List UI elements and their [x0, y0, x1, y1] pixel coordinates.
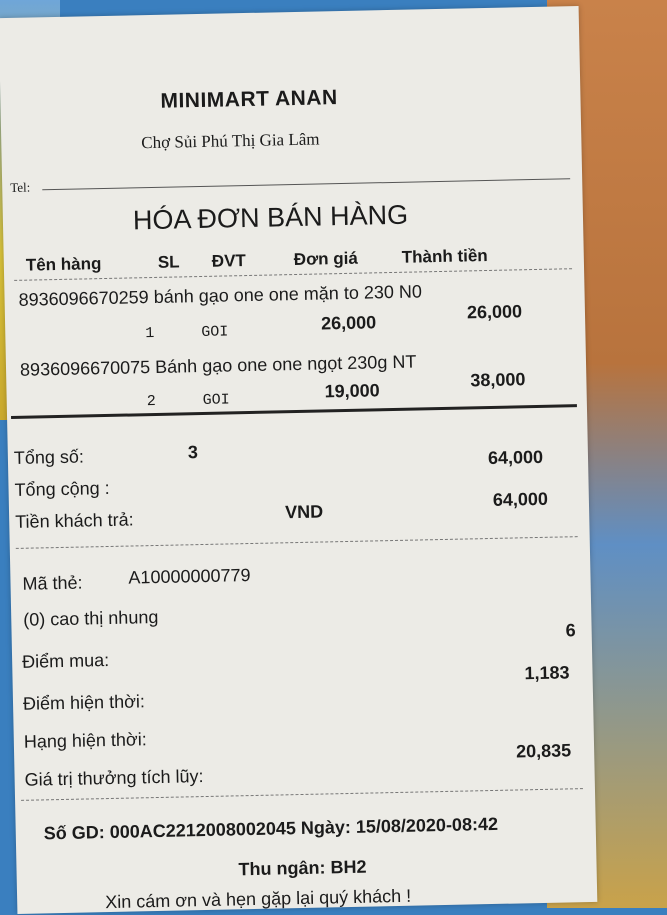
points-current-value: 1,183 — [524, 662, 570, 684]
rank-label: Hạng hiện thời: — [23, 729, 147, 752]
item-qty: 1 — [145, 324, 155, 343]
paid-label: Tiền khách trả: — [15, 509, 134, 532]
tel-label: Tel: — [10, 179, 31, 195]
tel-underline — [42, 178, 571, 191]
item-qty: 2 — [146, 392, 156, 411]
col-header-name: Tên hàng — [25, 254, 102, 275]
thank-you-message: Xin cám ơn và hẹn gặp lại quý khách ! — [105, 885, 412, 913]
cashier: Thu ngân: BH2 — [238, 856, 367, 880]
item-unit: GOI — [201, 323, 229, 341]
item-name: 8936096670259 bánh gạo one one mặn to 23… — [18, 281, 423, 310]
card-number: A10000000779 — [128, 565, 251, 588]
points-buy-value: 6 — [565, 620, 576, 641]
item-price: 26,000 — [320, 312, 377, 334]
member-divider — [21, 788, 583, 801]
paid-value: 64,000 — [492, 488, 549, 510]
item-unit: GOI — [202, 391, 230, 409]
item-total: 38,000 — [470, 369, 526, 391]
store-name: MINIMART ANAN — [160, 86, 338, 113]
col-header-total: Thành tiền — [401, 245, 488, 267]
receipt-paper: MINIMART ANAN Chợ Sủi Phú Thị Gia Lâm Te… — [0, 6, 598, 914]
items-divider — [11, 404, 577, 419]
total-qty-label: Tổng số: — [13, 446, 85, 468]
member-name: (0) cao thị nhung — [23, 606, 159, 630]
col-header-price: Đơn giá — [293, 248, 359, 270]
reward-value: 20,835 — [515, 740, 572, 762]
points-buy-label: Điểm mua: — [21, 650, 110, 672]
grand-total-label: Tổng cộng : — [14, 477, 110, 500]
paid-currency: VND — [284, 501, 324, 523]
grand-total-value: 64,000 — [487, 446, 544, 469]
col-header-qty: SL — [157, 252, 180, 272]
transaction-info: Số GD: 000AC2212008002045 Ngày: 15/08/20… — [43, 813, 499, 844]
total-qty-value: 3 — [187, 442, 199, 463]
item-price: 19,000 — [324, 380, 380, 402]
item-name: 8936096670075 Bánh gạo one one ngọt 230g… — [19, 351, 417, 380]
points-current-label: Điểm hiện thời: — [22, 691, 146, 714]
reward-label: Giá trị thưởng tích lũy: — [24, 766, 204, 790]
col-header-unit: ĐVT — [211, 251, 247, 271]
receipt-title: HÓA ĐƠN BÁN HÀNG — [132, 199, 409, 236]
item-total: 26,000 — [466, 301, 523, 323]
card-label: Mã thẻ: — [22, 572, 83, 594]
store-address: Chợ Sủi Phú Thị Gia Lâm — [141, 129, 320, 153]
summary-divider — [15, 536, 578, 549]
